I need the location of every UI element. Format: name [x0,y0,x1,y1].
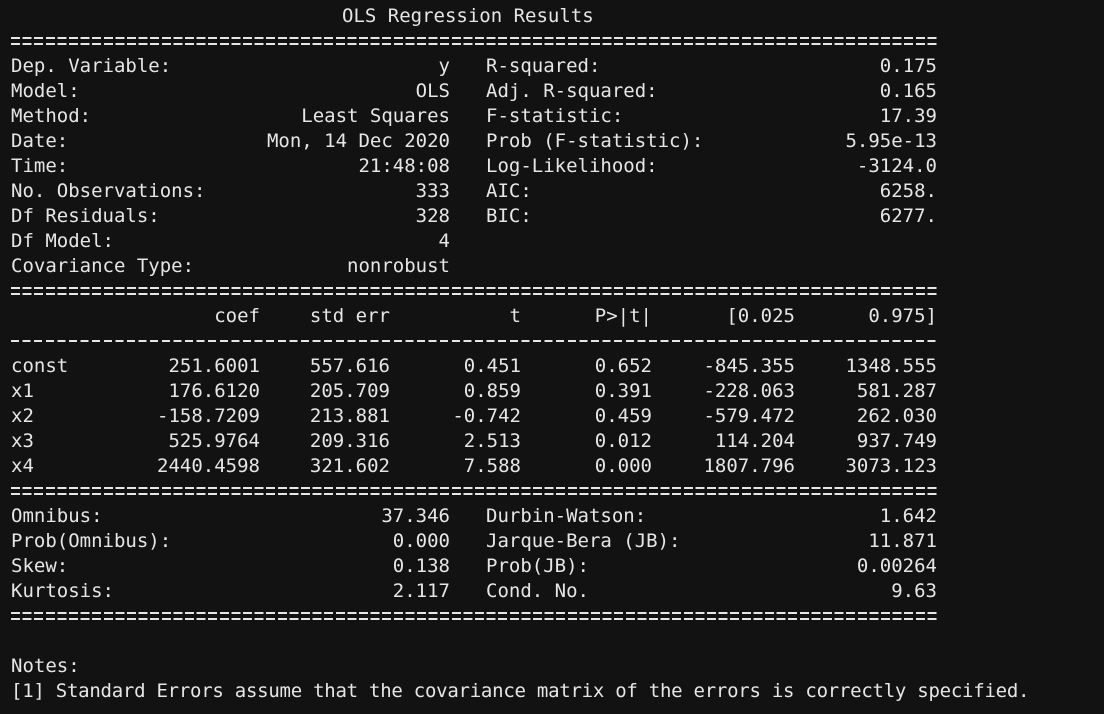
summary-value: 6258. [879,180,937,202]
cell-coef: 176.6120 [168,380,260,402]
summary-label: R-squared: [486,55,601,77]
col-header-std-err: std err [309,305,390,327]
summary-label: Time: [11,155,69,177]
row-name: x1 [11,380,34,402]
terminal-output: OLS Regression Results Dep. Variable: y … [0,0,1104,714]
summary-value: 6277. [879,205,937,227]
cell-t: 0.451 [463,355,521,377]
cell-t: 2.513 [463,430,521,452]
diag-value: 37.346 [381,505,450,527]
cell-t: 7.588 [463,455,521,477]
diag-label: Durbin-Watson: [486,505,647,527]
diag-label: Cond. No. [486,580,589,602]
summary-value: y [438,55,450,77]
diag-value: 9.63 [891,580,937,602]
note-item: [1] Standard Errors assume that the cova… [11,680,1030,702]
diag-value: 1.642 [879,505,937,527]
results-title: OLS Regression Results [342,5,594,27]
cell-std-err: 557.616 [309,355,390,377]
cell-ci-low: -228.063 [703,380,795,402]
col-header-ci-low: [0.025 [726,305,795,327]
summary-value: 0.175 [879,55,937,77]
summary-label: BIC: [486,205,532,227]
summary-value: 17.39 [879,105,937,127]
cell-coef: -158.7209 [157,405,260,427]
cell-std-err: 321.602 [309,455,390,477]
cell-t: -0.742 [452,405,521,427]
summary-value: OLS [415,80,450,102]
col-header-coef: coef [214,305,260,327]
notes-heading: Notes: [11,655,80,677]
summary-value: 4 [438,230,450,252]
diag-value: 2.117 [392,580,450,602]
summary-value: 0.165 [879,80,937,102]
summary-value: Least Squares [301,105,450,127]
summary-value: 21:48:08 [358,155,450,177]
cell-p: 0.391 [594,380,652,402]
summary-label: Df Residuals: [11,205,160,227]
diag-label: Kurtosis: [11,580,114,602]
cell-ci-high: 937.749 [856,430,937,452]
col-header-p: P>|t| [594,305,652,327]
diag-label: Skew: [11,555,69,577]
row-name: x3 [11,430,34,452]
rule-after-summary [11,287,937,296]
cell-ci-low: 114.204 [714,430,795,452]
cell-ci-low: 1807.796 [703,455,795,477]
cell-std-err: 205.709 [309,380,390,402]
rule-bottom [11,612,937,621]
summary-label: Date: [11,130,69,152]
cell-t: 0.859 [463,380,521,402]
diag-label: Prob(Omnibus): [11,530,172,552]
diag-label: Jarque-Bera (JB): [486,530,681,552]
cell-p: 0.012 [594,430,652,452]
cell-ci-high: 3073.123 [845,455,937,477]
summary-value: 5.95e-13 [845,130,937,152]
summary-label: Df Model: [11,230,114,252]
summary-value: -3124.0 [856,155,937,177]
summary-label: Adj. R-squared: [486,80,658,102]
rule-header-dash [11,340,937,342]
cell-ci-low: -579.472 [703,405,795,427]
rule-after-coef [11,487,937,496]
col-header-ci-high: 0.975] [868,305,937,327]
summary-label: Dep. Variable: [11,55,172,77]
diag-label: Omnibus: [11,505,103,527]
cell-ci-high: 262.030 [856,405,937,427]
summary-value: Mon, 14 Dec 2020 [266,130,450,152]
diag-value: 0.138 [392,555,450,577]
cell-coef: 525.9764 [168,430,260,452]
cell-ci-low: -845.355 [703,355,795,377]
row-name: x2 [11,405,34,427]
summary-label: Prob (F-statistic): [486,130,704,152]
cell-std-err: 213.881 [309,405,390,427]
summary-label: AIC: [486,180,532,202]
cell-p: 0.652 [594,355,652,377]
cell-ci-high: 581.287 [856,380,937,402]
cell-std-err: 209.316 [309,430,390,452]
cell-ci-high: 1348.555 [845,355,937,377]
col-header-t: t [509,305,521,327]
cell-coef: 2440.4598 [157,455,260,477]
cell-coef: 251.6001 [168,355,260,377]
rule-top [11,37,937,46]
cell-p: 0.000 [594,455,652,477]
summary-value: 328 [415,205,450,227]
cell-p: 0.459 [594,405,652,427]
summary-label: Model: [11,80,80,102]
summary-value: 333 [415,180,450,202]
row-name: const [11,355,69,377]
diag-value: 0.00264 [856,555,937,577]
diag-value: 11.871 [868,530,937,552]
diag-label: Prob(JB): [486,555,589,577]
diag-value: 0.000 [392,530,450,552]
summary-value: nonrobust [347,255,450,277]
summary-label: F-statistic: [486,105,624,127]
summary-label: Method: [11,105,92,127]
summary-label: Log-Likelihood: [486,155,658,177]
row-name: x4 [11,455,34,477]
